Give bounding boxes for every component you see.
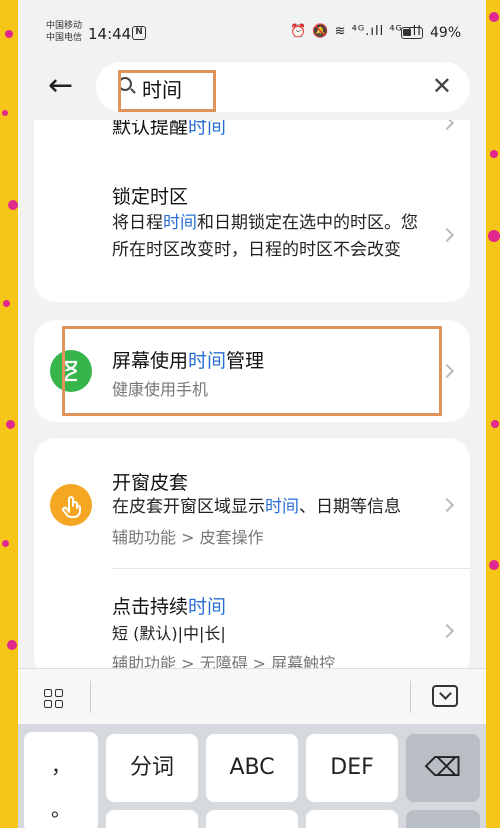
decor-dot <box>8 200 18 210</box>
title-keyword: 时间 <box>188 596 227 618</box>
apps-grid-icon[interactable] <box>44 689 64 709</box>
status-time: 14:44 <box>88 25 132 43</box>
decor-dot <box>7 640 17 650</box>
decor-dot <box>489 12 499 22</box>
chevron-right-icon <box>439 623 455 639</box>
result-description: 将日程时间和日期锁定在选中的时区。您所在时区改变时，日程的时区不会改变 <box>112 210 432 264</box>
key-abc[interactable]: ABC <box>206 734 298 802</box>
result-row-window-cover[interactable]: 开窗皮套 在皮套开窗区域显示时间、日期等信息 辅助功能 > 皮套操作 <box>34 438 470 566</box>
key-row-2[interactable] <box>206 810 298 828</box>
result-row-touch-duration[interactable]: 点击持续时间 短 (默认)|中|长| 辅助功能 > 无障碍 > 屏幕触控 <box>34 570 470 678</box>
decor-dot <box>2 540 9 547</box>
divider <box>112 568 470 569</box>
hand-icon <box>50 484 92 526</box>
desc-keyword: 时间 <box>265 497 299 517</box>
decor-dot <box>491 420 499 428</box>
result-path: 辅助功能 > 皮套操作 <box>112 528 264 547</box>
result-row-lock-timezone[interactable]: 锁定时区 将日程时间和日期锁定在选中的时区。您所在时区改变时，日程的时区不会改变 <box>34 170 470 300</box>
desc-keyword: 时间 <box>163 213 197 233</box>
key-label: ， <box>51 754 71 778</box>
annotation-box-screen-time <box>62 326 442 416</box>
desc-part: 、日期等信息 <box>299 497 401 517</box>
key-def[interactable]: DEF <box>306 734 398 802</box>
result-description: 短 (默认)|中|长| <box>112 624 226 643</box>
decor-dot <box>490 150 498 158</box>
nfc-icon: N <box>132 26 146 40</box>
result-row-default-reminder[interactable]: 默认提醒时间 <box>34 120 470 140</box>
decor-dot <box>2 110 8 116</box>
annotation-box-search <box>118 70 216 112</box>
battery-percent: 49% <box>430 25 462 41</box>
decor-dot <box>488 230 500 242</box>
clear-button[interactable]: ✕ <box>432 73 452 99</box>
result-title: 点击持续时间 <box>112 592 226 619</box>
desc-part: 在皮套开窗区域显示 <box>112 497 265 517</box>
key-label: 。 <box>51 797 71 821</box>
carrier-1: 中国移动 <box>46 21 83 31</box>
key-row-2[interactable] <box>106 810 198 828</box>
phone-screen: 中国移动 中国电信 14:44 N ⏰ 🔕 ≋ ⁴ᴳ.ıll ⁴ᴳ.ıll 49… <box>18 0 486 828</box>
decor-dot <box>489 560 499 570</box>
toolbar-divider <box>410 681 411 713</box>
status-bar: 中国移动 中国电信 14:44 N ⏰ 🔕 ≋ ⁴ᴳ.ıll ⁴ᴳ.ıll 49… <box>18 0 486 60</box>
battery-icon <box>401 27 423 39</box>
result-card-3: 开窗皮套 在皮套开窗区域显示时间、日期等信息 辅助功能 > 皮套操作 点击持续时… <box>34 438 470 678</box>
title-prefix: 点击持续 <box>112 596 189 618</box>
back-button[interactable]: ← <box>48 70 88 104</box>
decor-dot <box>3 300 10 307</box>
key-row-2[interactable] <box>406 810 480 828</box>
key-row-2[interactable] <box>306 810 398 828</box>
decor-dot <box>6 420 15 429</box>
chevron-right-icon <box>439 227 455 243</box>
keyboard-collapse-icon[interactable] <box>432 685 458 707</box>
result-title: 锁定时区 <box>112 186 189 208</box>
result-title: 默认提醒时间 <box>112 120 226 139</box>
title-keyword: 时间 <box>188 120 227 138</box>
chevron-right-icon <box>439 120 455 131</box>
backspace-key[interactable]: ⌫ <box>406 734 480 802</box>
result-description: 在皮套开窗区域显示时间、日期等信息 <box>112 494 452 521</box>
desc-part: 将日程 <box>112 213 163 233</box>
title-prefix: 默认提醒 <box>112 120 189 138</box>
keyboard: ， 。 分词 ABC DEF ⌫ <box>18 724 486 828</box>
decor-dot <box>5 30 13 38</box>
carrier-label: 中国移动 中国电信 <box>46 20 82 44</box>
carrier-2: 中国电信 <box>46 33 83 43</box>
key-punctuation[interactable]: ， 。 <box>24 732 98 828</box>
result-card-1: 默认提醒时间 锁定时区 将日程时间和日期锁定在选中的时区。您所在时区改变时，日程… <box>34 120 470 302</box>
chevron-right-icon <box>439 363 455 379</box>
key-fenci[interactable]: 分词 <box>106 734 198 802</box>
result-title: 开窗皮套 <box>112 472 189 494</box>
keyboard-toolbar <box>18 668 486 724</box>
toolbar-divider <box>90 681 91 713</box>
